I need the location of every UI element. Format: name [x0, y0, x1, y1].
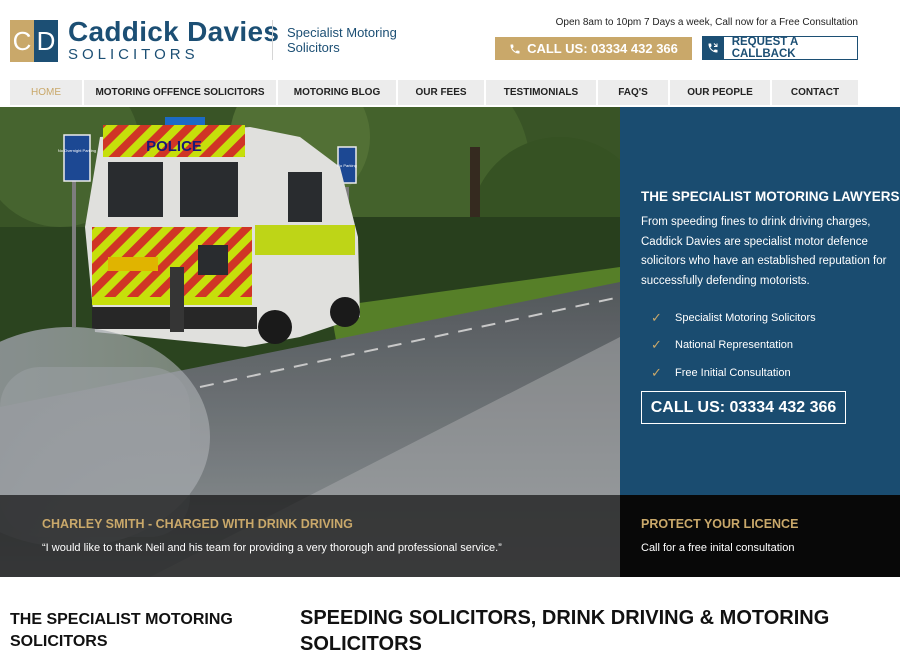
checkmark-icon: ✓ — [651, 364, 662, 380]
nav-item-motoring-offence-solicitors[interactable]: MOTORING OFFENCE SOLICITORS — [84, 80, 276, 105]
feature-item: ✓ National Representation — [651, 332, 816, 360]
hero-section: POLICE No Overnight Parking No Parking T… — [0, 107, 900, 577]
opening-hours: Open 8am to 10pm 7 Days a week, Call now… — [555, 17, 858, 28]
call-us-label: CALL US: 03334 432 366 — [527, 41, 678, 56]
testimonial-bar: CHARLEY SMITH - CHARGED WITH DRINK DRIVI… — [0, 495, 620, 577]
header-divider — [272, 20, 273, 60]
nav-item-testimonials[interactable]: TESTIMONIALS — [486, 80, 596, 105]
feature-label: Free Initial Consultation — [675, 366, 791, 379]
checkmark-icon: ✓ — [651, 309, 662, 325]
panel-title: THE SPECIALIST MOTORING LAWYERS — [641, 189, 900, 204]
panel-description: From speeding fines to drink driving cha… — [641, 216, 887, 287]
feature-item: ✓ Specialist Motoring Solicitors — [651, 304, 816, 332]
logo-text: Caddick Davies SOLICITORS — [68, 18, 279, 63]
main-heading: SPEEDING SOLICITORS, DRINK DRIVING & MOT… — [300, 607, 830, 650]
nav-item-our-fees[interactable]: OUR FEES — [398, 80, 484, 105]
tagline-line-2: Solicitors — [287, 40, 340, 55]
logo-name: Caddick Davies — [68, 16, 280, 47]
protect-licence-subtitle: Call for a free inital consultation — [641, 542, 795, 554]
nav-item-motoring-blog[interactable]: MOTORING BLOG — [278, 80, 396, 105]
call-us-button[interactable]: CALL US: 03334 432 366 — [495, 37, 692, 60]
feature-label: National Representation — [675, 339, 794, 352]
sign-no-parking: No Parking — [337, 163, 357, 168]
feature-label: Specialist Motoring Solicitors — [675, 311, 816, 324]
nav-item-contact[interactable]: CONTACT — [772, 80, 858, 105]
panel-feature-list: ✓ Specialist Motoring Solicitors ✓ Natio… — [651, 304, 816, 387]
logo-subtitle: SOLICITORS — [68, 46, 199, 63]
panel-call-button[interactable]: CALL US: 03334 432 366 — [641, 391, 846, 424]
testimonial-name: CHARLEY SMITH - CHARGED WITH DRINK DRIVI… — [42, 517, 353, 531]
site-tagline: Specialist Motoring Solicitors — [287, 25, 397, 55]
logo-letter-c: C — [10, 19, 34, 62]
nav-item-faqs[interactable]: FAQ'S — [598, 80, 668, 105]
feature-item: ✓ Free Initial Consultation — [651, 359, 816, 387]
protect-licence-box[interactable]: PROTECT YOUR LICENCE Call for a free ini… — [620, 495, 900, 577]
phone-icon — [510, 44, 520, 53]
logo-letter-d: D — [34, 19, 58, 62]
request-callback-label: REQUEST A CALLBACK — [731, 36, 798, 60]
sign-no-overnight-parking: No Overnight Parking — [58, 148, 96, 153]
nav-item-home[interactable]: HOME — [10, 80, 82, 105]
tagline-line-1: Specialist Motoring — [287, 25, 397, 40]
testimonial-quote: “I would like to thank Neil and his team… — [42, 542, 502, 554]
sidebar-heading: THE SPECIALIST MOTORING SOLICITORS — [10, 611, 233, 650]
phone-callback-icon — [703, 37, 724, 59]
nav-item-our-people[interactable]: OUR PEOPLE — [670, 80, 770, 105]
request-callback-button[interactable]: REQUEST A CALLBACK — [702, 36, 858, 60]
logo-mark: C D — [10, 19, 58, 62]
protect-licence-title: PROTECT YOUR LICENCE — [641, 517, 799, 531]
site-logo[interactable]: C D Caddick Davies SOLICITORS — [10, 18, 279, 63]
main-nav: HOME MOTORING OFFENCE SOLICITORS MOTORIN… — [10, 80, 858, 105]
hero-info-panel: THE SPECIALIST MOTORING LAWYERS From spe… — [620, 107, 900, 495]
checkmark-icon: ✓ — [651, 337, 662, 353]
